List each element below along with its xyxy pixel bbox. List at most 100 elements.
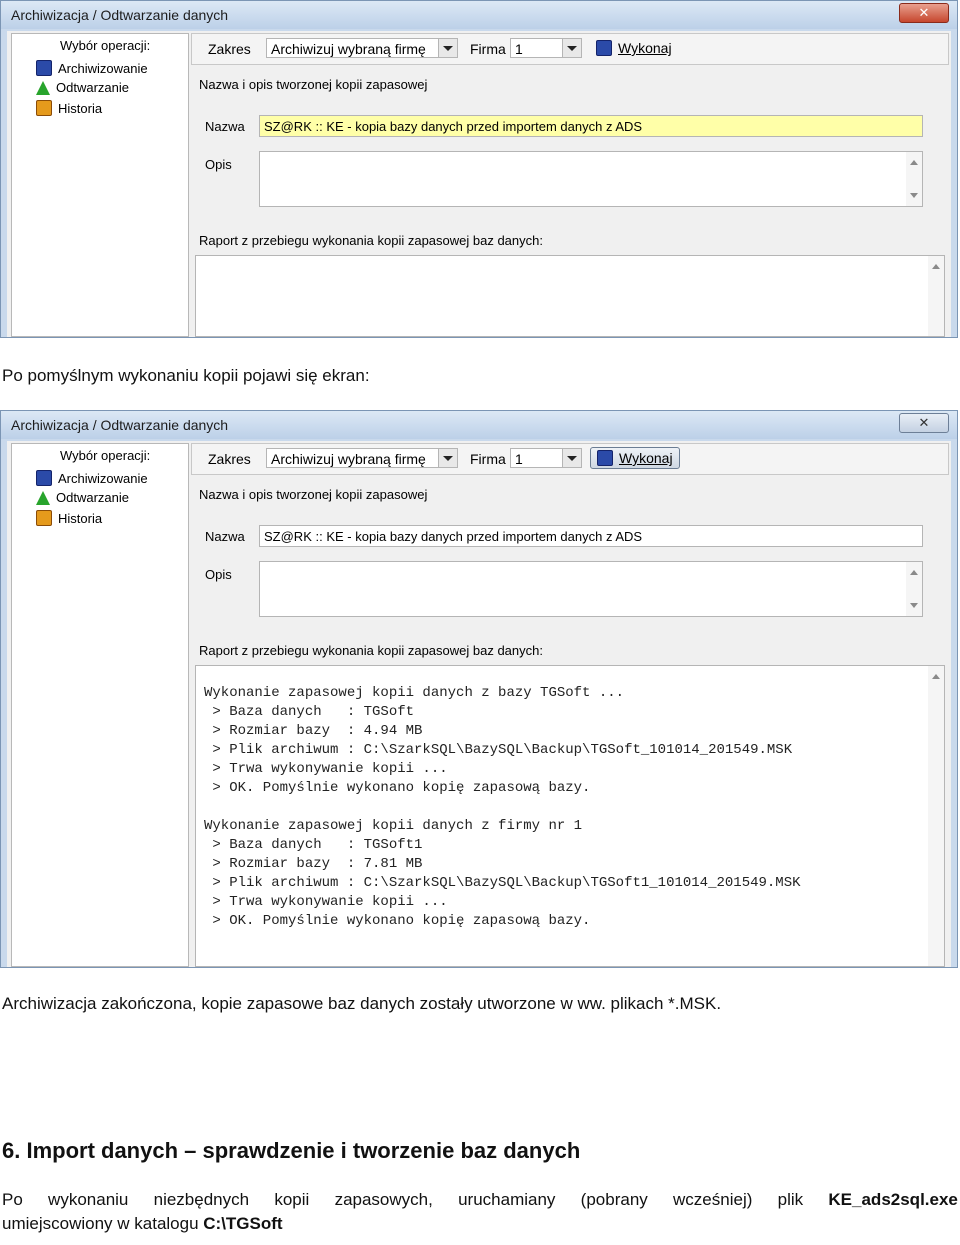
main-panel: Zakres Archiwizuj wybraną firmę Firma 1 … (191, 443, 949, 967)
report-line: > OK. Pomyślnie wykonano kopię zapasową … (204, 913, 591, 929)
section-heading: 6. Import danych – sprawdzenie i tworzen… (2, 1138, 581, 1163)
scrollbar[interactable] (928, 666, 944, 966)
report-label: Raport z przebiegu wykonania kopii zapas… (199, 233, 543, 248)
report-box (195, 255, 945, 337)
tree-item-odtwarzanie[interactable]: Odtwarzanie (36, 80, 129, 95)
chevron-down-icon[interactable] (438, 449, 457, 467)
scrollbar[interactable] (906, 152, 922, 206)
tree-item-archiwizowanie[interactable]: Archiwizowanie (36, 470, 148, 486)
name-label: Nazwa (205, 529, 245, 544)
tree-item-label: Archiwizowanie (58, 60, 148, 76)
scroll-down-icon[interactable] (910, 193, 918, 198)
close-icon[interactable]: ✕ (899, 3, 949, 23)
zakres-label: Zakres (208, 41, 251, 57)
scroll-down-icon[interactable] (910, 603, 918, 608)
run-label: Wykonaj (618, 40, 672, 56)
tree-header: Wybór operacji: (60, 38, 151, 53)
desc-field[interactable] (259, 561, 923, 617)
dialog-client: Wybór operacji: Archiwizowanie Odtwarzan… (7, 31, 951, 337)
paragraph-word: zapasowych, (334, 1190, 433, 1209)
zakres-label: Zakres (208, 451, 251, 467)
toolbar: Zakres Archiwizuj wybraną firmę Firma 1 … (191, 443, 949, 475)
paragraph-word: uruchamiany (458, 1190, 556, 1209)
tree-item-label: Historia (58, 100, 103, 116)
report-line: > OK. Pomyślnie wykonano kopię zapasową … (204, 780, 591, 796)
report-line: > Rozmiar bazy : 7.81 MB (204, 856, 423, 872)
disk-icon (597, 450, 613, 466)
report-line: Wykonanie zapasowej kopii danych z bazy … (204, 685, 625, 701)
report-line: > Plik archiwum : C:\SzarkSQL\BazySQL\Ba… (204, 742, 793, 758)
zakres-value: Archiwizuj wybraną firmę (271, 451, 426, 467)
paragraph-line-2: umiejscowiony w katalogu C:\TGSoft (2, 1214, 958, 1234)
tree-item-odtwarzanie[interactable]: Odtwarzanie (36, 490, 129, 505)
tree-item-label: Odtwarzanie (56, 80, 129, 95)
paragraph-word: wcześniej) (673, 1190, 753, 1209)
desc-field[interactable] (259, 151, 923, 207)
title-bar: Archiwizacja / Odtwarzanie danych ✕ (1, 411, 957, 439)
zakres-select[interactable]: Archiwizuj wybraną firmę (266, 448, 458, 468)
zakres-value: Archiwizuj wybraną firmę (271, 41, 426, 57)
report-line: > Rozmiar bazy : 4.94 MB (204, 723, 423, 739)
name-field[interactable]: SZ@RK :: KE - kopia bazy danych przed im… (259, 525, 923, 547)
report-label: Raport z przebiegu wykonania kopii zapas… (199, 643, 543, 658)
scroll-up-icon[interactable] (932, 264, 940, 269)
history-icon (36, 510, 52, 526)
green-arrow-icon (36, 490, 50, 505)
disk-icon (36, 60, 52, 76)
report-line: > Baza danych : TGSoft (204, 704, 415, 720)
backup-section-label: Nazwa i opis tworzonej kopii zapasowej (199, 487, 428, 502)
chevron-down-icon[interactable] (562, 39, 581, 57)
scroll-up-icon[interactable] (932, 674, 940, 679)
report-line: > Trwa wykonywanie kopii ... (204, 761, 448, 777)
name-field[interactable]: SZ@RK :: KE - kopia bazy danych przed im… (259, 115, 923, 137)
window-title: Archiwizacja / Odtwarzanie danych (11, 417, 229, 433)
report-line (204, 798, 801, 817)
folder-path: C:\TGSoft (203, 1214, 283, 1233)
chevron-down-icon[interactable] (438, 39, 457, 57)
paragraph-text: umiejscowiony w katalogu (2, 1214, 204, 1233)
run-button[interactable]: Wykonaj (590, 447, 680, 469)
operation-tree: Wybór operacji: Archiwizowanie Odtwarzan… (11, 33, 189, 337)
run-button[interactable]: Wykonaj (590, 37, 678, 59)
disk-icon (36, 470, 52, 486)
firma-value: 1 (515, 41, 523, 57)
window-title: Archiwizacja / Odtwarzanie danych (11, 7, 229, 23)
close-icon[interactable]: ✕ (899, 413, 949, 433)
scrollbar[interactable] (906, 562, 922, 616)
tree-item-archiwizowanie[interactable]: Archiwizowanie (36, 60, 148, 76)
disk-icon (596, 40, 612, 56)
zakres-select[interactable]: Archiwizuj wybraną firmę (266, 38, 458, 58)
paragraph-line-1: Po wykonaniu niezbędnych kopii zapasowych, ur… (2, 1190, 958, 1210)
tree-item-label: Odtwarzanie (56, 490, 129, 505)
dialog-screenshot-1: Archiwizacja / Odtwarzanie danych ✕ Wybó… (0, 0, 958, 338)
backup-section-label: Nazwa i opis tworzonej kopii zapasowej (199, 77, 428, 92)
paragraph-word: wykonaniu (48, 1190, 129, 1209)
scrollbar[interactable] (928, 256, 944, 336)
report-line: > Baza danych : TGSoft1 (204, 837, 423, 853)
paragraph-word: Po (2, 1190, 23, 1209)
run-label: Wykonaj (619, 450, 673, 466)
paragraph-import: Po wykonaniu niezbędnych kopii zapasowych, ur… (2, 1190, 958, 1234)
operation-tree: Wybór operacji: Archiwizowanie Odtwarzan… (11, 443, 189, 967)
tree-item-label: Historia (58, 510, 103, 526)
main-panel: Zakres Archiwizuj wybraną firmę Firma 1 … (191, 33, 949, 337)
tree-item-historia[interactable]: Historia (36, 510, 102, 526)
paragraph-word: (pobrany (580, 1190, 648, 1209)
paragraph-word: kopii (274, 1190, 310, 1209)
scroll-up-icon[interactable] (910, 160, 918, 165)
report-log: Wykonanie zapasowej kopii danych z bazy … (204, 684, 801, 931)
file-name: KE_ads2sql.exe (828, 1190, 958, 1209)
chevron-down-icon[interactable] (562, 449, 581, 467)
paragraph-word: niezbędnych (153, 1190, 250, 1209)
paragraph-word: plik (777, 1190, 804, 1209)
history-icon (36, 100, 52, 116)
after-backup-text: Po pomyślnym wykonaniu kopii pojawi się … (2, 366, 370, 385)
dialog-screenshot-2: Archiwizacja / Odtwarzanie danych ✕ Wybó… (0, 410, 958, 968)
scroll-up-icon[interactable] (910, 570, 918, 575)
firma-select[interactable]: 1 (510, 448, 582, 468)
report-box: Wykonanie zapasowej kopii danych z bazy … (195, 665, 945, 967)
toolbar: Zakres Archiwizuj wybraną firmę Firma 1 … (191, 33, 949, 65)
tree-item-label: Archiwizowanie (58, 470, 148, 486)
tree-item-historia[interactable]: Historia (36, 100, 102, 116)
firma-select[interactable]: 1 (510, 38, 582, 58)
